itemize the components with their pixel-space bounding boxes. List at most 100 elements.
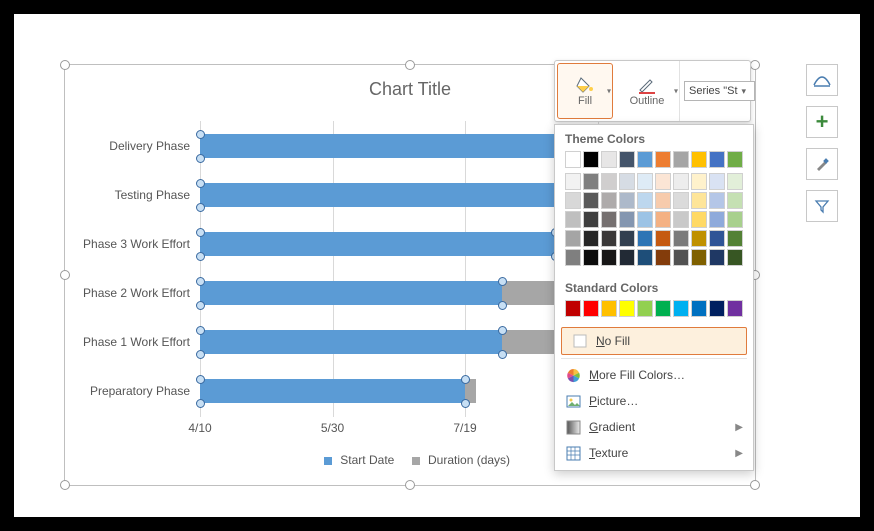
series-selection-handle[interactable]	[196, 350, 205, 359]
color-swatch[interactable]	[727, 192, 743, 209]
series-selection-handle[interactable]	[196, 277, 205, 286]
color-swatch[interactable]	[583, 230, 599, 247]
series-selection-handle[interactable]	[498, 326, 507, 335]
color-swatch[interactable]	[709, 173, 725, 190]
color-swatch[interactable]	[565, 249, 581, 266]
series-selection-handle[interactable]	[461, 399, 470, 408]
color-swatch[interactable]	[583, 173, 599, 190]
color-swatch[interactable]	[655, 300, 671, 317]
color-swatch[interactable]	[619, 249, 635, 266]
series-selection-handle[interactable]	[461, 375, 470, 384]
series-selection-handle[interactable]	[498, 350, 507, 359]
series-selection-handle[interactable]	[196, 179, 205, 188]
color-swatch[interactable]	[691, 151, 707, 168]
color-swatch[interactable]	[637, 173, 653, 190]
series-selection-handle[interactable]	[498, 277, 507, 286]
fill-button[interactable]: Fill ▾	[557, 63, 613, 119]
color-swatch[interactable]	[655, 249, 671, 266]
x-tick-label[interactable]: 7/19	[453, 421, 476, 435]
series-selection-handle[interactable]	[196, 301, 205, 310]
color-swatch[interactable]	[637, 151, 653, 168]
startdate-bar[interactable]	[200, 183, 613, 207]
series-selector[interactable]: ▾	[679, 61, 750, 121]
color-swatch[interactable]	[619, 151, 635, 168]
color-swatch[interactable]	[637, 249, 653, 266]
color-swatch[interactable]	[619, 300, 635, 317]
color-swatch[interactable]	[655, 151, 671, 168]
texture-fill-item[interactable]: Texture ▶	[555, 440, 753, 466]
color-swatch[interactable]	[565, 173, 581, 190]
color-swatch[interactable]	[673, 230, 689, 247]
color-swatch[interactable]	[673, 192, 689, 209]
color-swatch[interactable]	[583, 211, 599, 228]
category-label[interactable]: Testing Phase	[60, 188, 190, 202]
color-swatch[interactable]	[565, 211, 581, 228]
x-tick-label[interactable]: 5/30	[321, 421, 344, 435]
color-swatch[interactable]	[709, 249, 725, 266]
more-fill-colors-item[interactable]: More Fill Colors…	[555, 362, 753, 388]
color-swatch[interactable]	[691, 173, 707, 190]
chart-layout-button[interactable]	[806, 64, 838, 96]
picture-fill-item[interactable]: Picture…	[555, 388, 753, 414]
color-swatch[interactable]	[673, 300, 689, 317]
resize-handle[interactable]	[60, 60, 70, 70]
color-swatch[interactable]	[727, 151, 743, 168]
startdate-bar[interactable]	[200, 232, 555, 256]
startdate-bar[interactable]	[200, 379, 465, 403]
category-label[interactable]: Phase 3 Work Effort	[60, 237, 190, 251]
series-selection-handle[interactable]	[196, 154, 205, 163]
color-swatch[interactable]	[583, 249, 599, 266]
color-swatch[interactable]	[655, 211, 671, 228]
color-swatch[interactable]	[601, 249, 617, 266]
color-swatch[interactable]	[583, 192, 599, 209]
color-swatch[interactable]	[601, 192, 617, 209]
series-selection-handle[interactable]	[498, 301, 507, 310]
color-swatch[interactable]	[601, 151, 617, 168]
category-label[interactable]: Preparatory Phase	[60, 384, 190, 398]
color-swatch[interactable]	[619, 230, 635, 247]
resize-handle[interactable]	[750, 60, 760, 70]
color-swatch[interactable]	[673, 211, 689, 228]
color-swatch[interactable]	[619, 173, 635, 190]
chart-elements-button[interactable]: +	[806, 106, 838, 138]
color-swatch[interactable]	[637, 192, 653, 209]
series-selection-handle[interactable]	[196, 375, 205, 384]
color-swatch[interactable]	[637, 211, 653, 228]
color-swatch[interactable]	[727, 211, 743, 228]
color-swatch[interactable]	[673, 151, 689, 168]
color-swatch[interactable]	[583, 151, 599, 168]
chart-styles-button[interactable]	[806, 148, 838, 180]
color-swatch[interactable]	[691, 249, 707, 266]
color-swatch[interactable]	[709, 192, 725, 209]
startdate-bar[interactable]	[200, 330, 502, 354]
color-swatch[interactable]	[727, 230, 743, 247]
color-swatch[interactable]	[601, 211, 617, 228]
resize-handle[interactable]	[405, 60, 415, 70]
series-selection-handle[interactable]	[196, 130, 205, 139]
color-swatch[interactable]	[619, 211, 635, 228]
resize-handle[interactable]	[60, 480, 70, 490]
color-swatch[interactable]	[655, 230, 671, 247]
color-swatch[interactable]	[583, 300, 599, 317]
category-label[interactable]: Phase 1 Work Effort	[60, 335, 190, 349]
series-selection-handle[interactable]	[196, 203, 205, 212]
color-swatch[interactable]	[691, 211, 707, 228]
resize-handle[interactable]	[750, 480, 760, 490]
color-swatch[interactable]	[709, 230, 725, 247]
series-selection-handle[interactable]	[196, 228, 205, 237]
color-swatch[interactable]	[637, 300, 653, 317]
color-swatch[interactable]	[565, 151, 581, 168]
color-swatch[interactable]	[709, 300, 725, 317]
color-swatch[interactable]	[709, 211, 725, 228]
color-swatch[interactable]	[673, 249, 689, 266]
resize-handle[interactable]	[60, 270, 70, 280]
color-swatch[interactable]	[691, 230, 707, 247]
color-swatch[interactable]	[601, 173, 617, 190]
color-swatch[interactable]	[619, 192, 635, 209]
color-swatch[interactable]	[601, 300, 617, 317]
color-swatch[interactable]	[691, 300, 707, 317]
color-swatch[interactable]	[727, 300, 743, 317]
series-selection-handle[interactable]	[196, 252, 205, 261]
x-tick-label[interactable]: 4/10	[188, 421, 211, 435]
color-swatch[interactable]	[637, 230, 653, 247]
